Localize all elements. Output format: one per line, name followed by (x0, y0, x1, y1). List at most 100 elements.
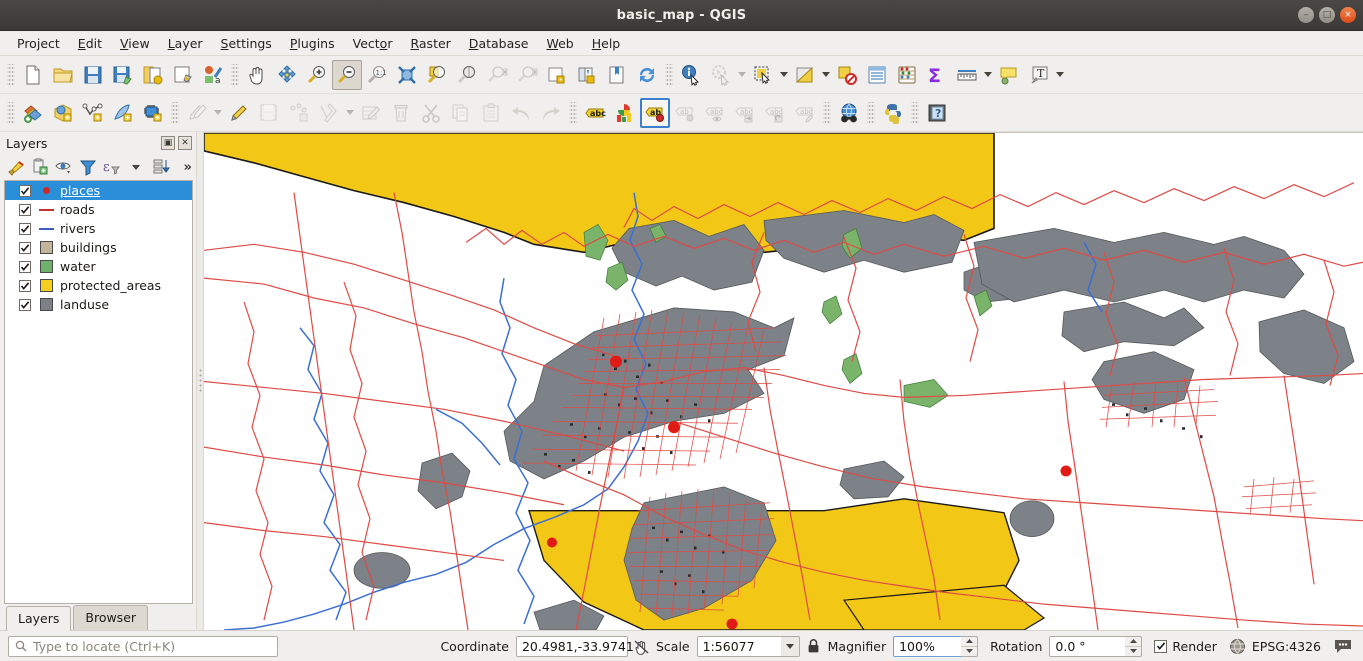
select-by-form-icon[interactable] (790, 60, 820, 90)
layer-visibility-checkbox[interactable] (19, 280, 31, 292)
change-label-icon[interactable]: abc (790, 98, 820, 128)
new-bookmark-icon[interactable] (602, 60, 632, 90)
layer-row-rivers[interactable]: rivers (5, 219, 192, 238)
close-button[interactable]: × (1340, 7, 1356, 23)
magnifier-stepper[interactable] (961, 636, 978, 657)
toolbar-grip-python[interactable] (867, 102, 875, 124)
layer-visibility-checkbox[interactable] (19, 299, 31, 311)
zoom-to-selection-icon[interactable] (422, 60, 452, 90)
redo-icon[interactable] (536, 98, 566, 128)
zoom-out-icon[interactable] (332, 60, 362, 90)
lock-icon[interactable] (803, 635, 825, 657)
add-group-icon[interactable] (29, 156, 51, 178)
tab-browser[interactable]: Browser (73, 605, 148, 630)
layer-tree[interactable]: places roads rivers (4, 180, 193, 604)
eye-icon[interactable] (53, 156, 75, 178)
rotation-input[interactable]: 0.0 ° (1049, 636, 1125, 657)
layer-visibility-checkbox[interactable] (19, 261, 31, 273)
tab-layers[interactable]: Layers (6, 606, 71, 631)
attribute-table-icon[interactable] (862, 60, 892, 90)
measure-dropdown[interactable] (982, 60, 994, 90)
map-tips-icon[interactable] (706, 60, 736, 90)
magnifier-input[interactable]: 100% (893, 636, 961, 657)
layout-manager-icon[interactable] (168, 60, 198, 90)
new-map-view-icon[interactable] (542, 60, 572, 90)
layer-row-water[interactable]: water (5, 257, 192, 276)
save-project-icon[interactable] (78, 60, 108, 90)
toolbar-grip[interactable] (7, 64, 15, 86)
menu-vector[interactable]: Vector (344, 33, 402, 54)
menu-raster[interactable]: Raster (401, 33, 459, 54)
zoom-next-icon[interactable] (512, 60, 542, 90)
zoom-native-icon[interactable]: 1:1 (362, 60, 392, 90)
move-label-icon[interactable]: abc (730, 98, 760, 128)
pan-to-selection-icon[interactable] (272, 60, 302, 90)
select-by-form-dropdown[interactable] (820, 60, 832, 90)
toolbar-grip-plugins[interactable] (823, 102, 831, 124)
undock-panel-button[interactable]: ▣ (161, 136, 175, 150)
deselect-features-icon[interactable] (832, 60, 862, 90)
highlight-pinned-labels-icon[interactable]: ab (670, 98, 700, 128)
coordinate-input[interactable]: 20.4981,-33.9741 (516, 636, 628, 657)
minimize-button[interactable]: – (1298, 7, 1314, 23)
zoom-to-layer-icon[interactable] (452, 60, 482, 90)
maximize-button[interactable]: □ (1319, 7, 1335, 23)
new-3d-map-view-icon[interactable] (572, 60, 602, 90)
style-layer-icon[interactable] (610, 98, 640, 128)
pan-map-icon[interactable] (242, 60, 272, 90)
save-project-as-icon[interactable] (108, 60, 138, 90)
menu-help[interactable]: Help (583, 33, 630, 54)
layer-visibility-checkbox[interactable] (19, 223, 31, 235)
show-hide-labels-icon[interactable]: abc (700, 98, 730, 128)
zoom-in-icon[interactable] (302, 60, 332, 90)
copy-features-icon[interactable] (446, 98, 476, 128)
new-spatialite-layer-icon[interactable] (78, 98, 108, 128)
globe-icon[interactable] (1227, 635, 1249, 657)
layers-toolbar-overflow[interactable]: » (180, 160, 196, 175)
menu-edit[interactable]: Edit (69, 33, 111, 54)
rotation-stepper[interactable] (1125, 636, 1142, 657)
funnel-icon[interactable] (77, 156, 99, 178)
scale-dropdown[interactable] (781, 636, 800, 657)
layer-row-landuse[interactable]: landuse (5, 295, 192, 314)
metasearch-icon[interactable] (834, 98, 864, 128)
text-annotation-dropdown[interactable] (1054, 60, 1066, 90)
extents-toggle-icon[interactable] (631, 635, 653, 657)
map-tip-annotation-icon[interactable] (994, 60, 1024, 90)
pin-labels-icon[interactable]: ab (640, 98, 670, 128)
identify-features-icon[interactable] (676, 60, 706, 90)
new-vector-layer-icon[interactable] (18, 98, 48, 128)
vertex-tool-dropdown[interactable] (344, 98, 356, 128)
menu-view[interactable]: View (111, 33, 159, 54)
new-project-icon[interactable] (18, 60, 48, 90)
current-edits-icon[interactable] (182, 98, 212, 128)
layer-row-buildings[interactable]: buildings (5, 238, 192, 257)
layer-row-roads[interactable]: roads (5, 200, 192, 219)
style-manager-icon[interactable]: a (198, 60, 228, 90)
cut-features-icon[interactable] (416, 98, 446, 128)
vertex-tool-icon[interactable] (314, 98, 344, 128)
add-feature-icon[interactable] (284, 98, 314, 128)
layer-visibility-checkbox[interactable] (19, 204, 31, 216)
menu-database[interactable]: Database (460, 33, 538, 54)
paste-features-icon[interactable] (476, 98, 506, 128)
new-geopackage-layer-icon[interactable] (48, 98, 78, 128)
render-toggle[interactable]: Render (1154, 639, 1217, 654)
close-panel-button[interactable]: ✕ (178, 136, 192, 150)
scale-input[interactable]: 1:56077 (697, 636, 781, 657)
locator-bar[interactable]: Type to locate (Ctrl+K) (8, 636, 278, 657)
menu-project[interactable]: Project (8, 33, 69, 54)
map-tips-dropdown[interactable] (736, 60, 748, 90)
layer-row-places[interactable]: places (5, 181, 192, 200)
epsilon-filter-icon[interactable]: ε (101, 156, 123, 178)
modify-attributes-icon[interactable] (356, 98, 386, 128)
panel-splitter[interactable] (196, 132, 204, 630)
measure-line-icon[interactable] (952, 60, 982, 90)
chevron-down-icon[interactable] (125, 156, 147, 178)
layer-visibility-checkbox[interactable] (19, 242, 31, 254)
help-icon[interactable]: ? (922, 98, 952, 128)
new-print-layout-icon[interactable] (138, 60, 168, 90)
rotate-label-icon[interactable]: abc (760, 98, 790, 128)
expand-all-icon[interactable] (149, 156, 171, 178)
menu-settings[interactable]: Settings (212, 33, 281, 54)
